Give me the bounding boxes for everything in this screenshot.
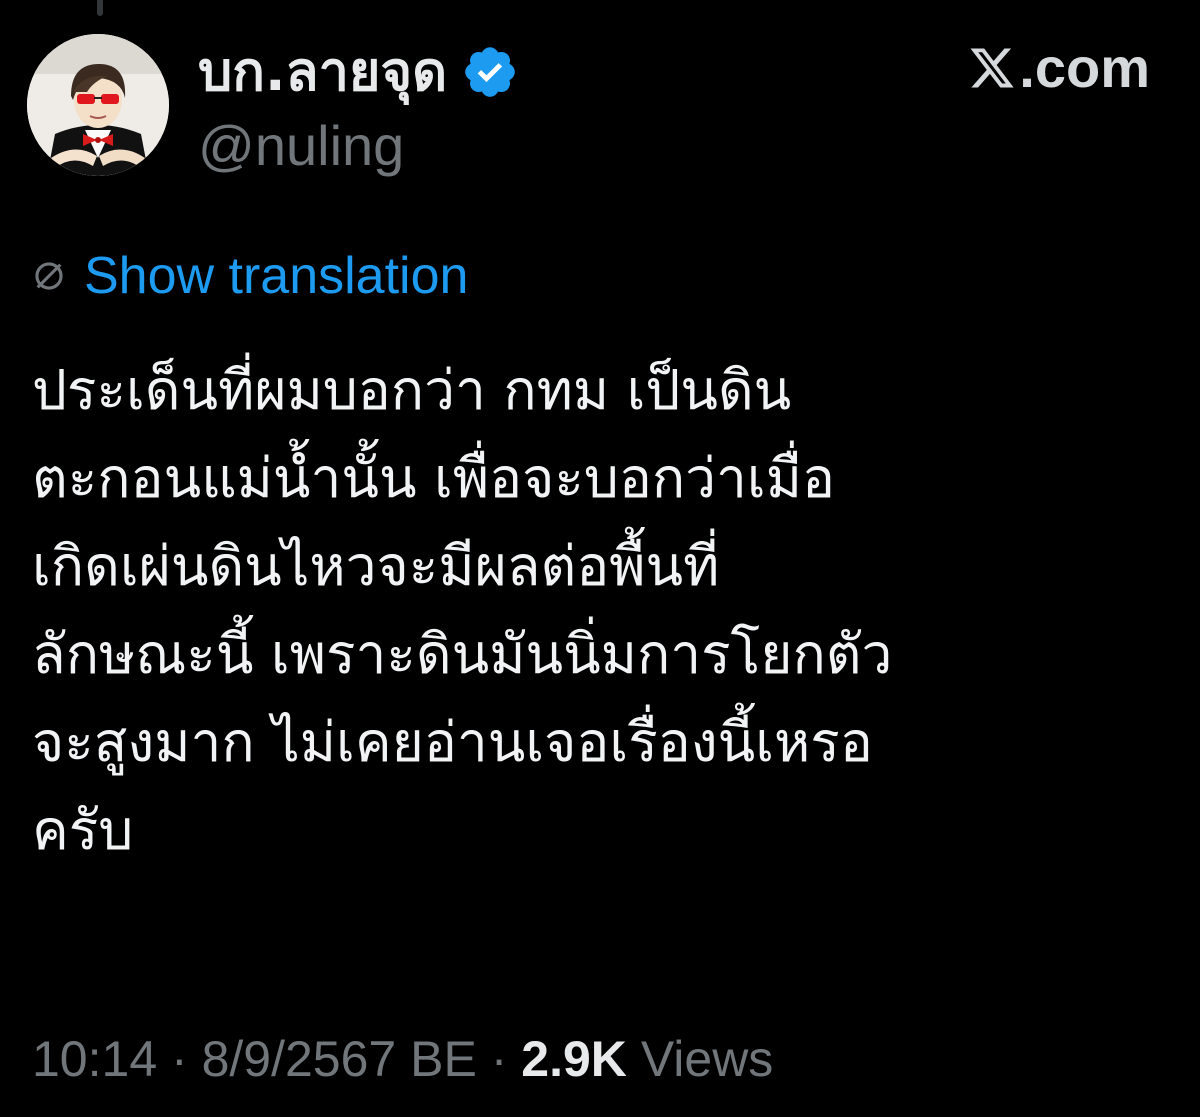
x-logo-icon (970, 48, 1014, 88)
globe-icon (35, 262, 63, 290)
author-display-name[interactable]: บก.ลายจุด (198, 45, 447, 99)
brand-domain: .com (1019, 36, 1150, 99)
views-label: Views (640, 1031, 774, 1087)
avatar[interactable] (27, 34, 169, 176)
brand-watermark: .com (967, 40, 1150, 96)
tweet-time[interactable]: 10:14 (32, 1031, 157, 1087)
tweet-meta: 10:14 · 8/9/2567 BE · 2.9K Views (32, 1034, 773, 1084)
avatar-photo (27, 34, 169, 176)
tweet-date[interactable]: 8/9/2567 BE (202, 1031, 477, 1087)
author-name-row: บก.ลายจุด (198, 32, 519, 112)
author-handle[interactable]: @nuling (198, 118, 404, 174)
thread-connector-line (97, 0, 103, 16)
verified-badge-icon (465, 47, 516, 97)
show-translation-link[interactable]: Show translation (84, 250, 468, 302)
translate-row[interactable]: Show translation (32, 244, 468, 308)
meta-separator: · (171, 1031, 188, 1087)
tweet-text: ประเด็นที่ผมบอกว่า กทม เป็นดิน ตะกอนแม่น… (32, 358, 893, 862)
meta-separator: · (490, 1031, 508, 1087)
views-count: 2.9K (521, 1031, 627, 1087)
